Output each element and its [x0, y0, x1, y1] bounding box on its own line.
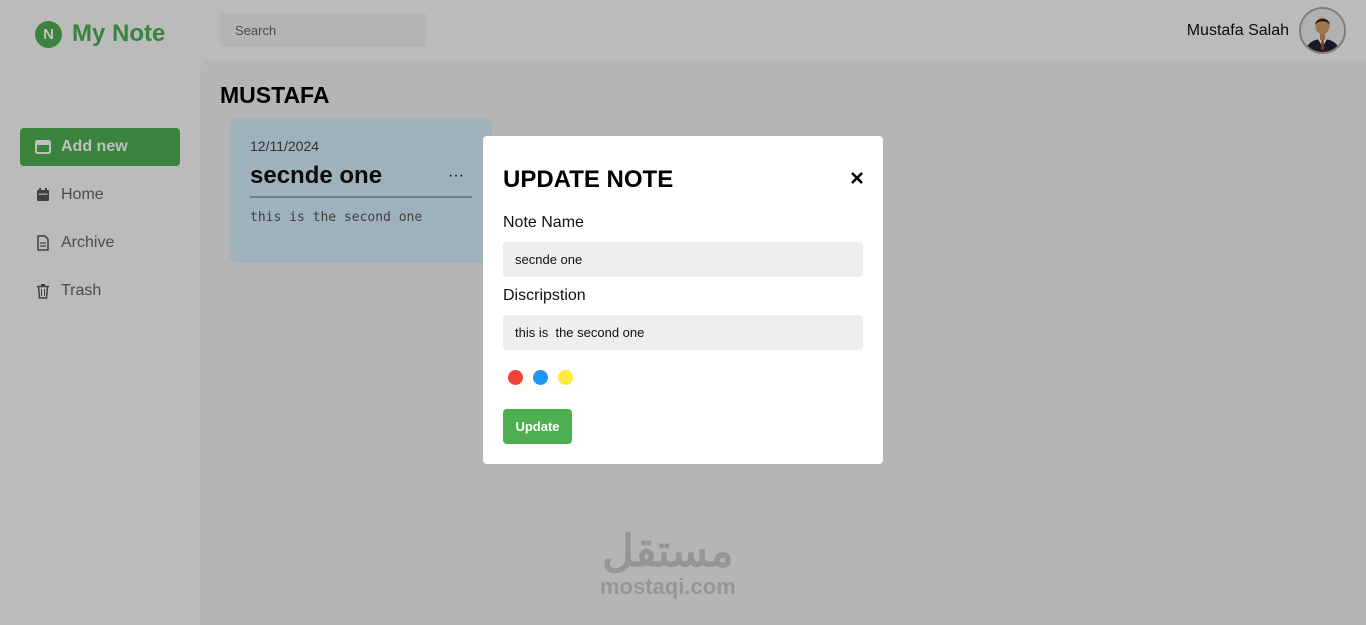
update-note-modal: UPDATE NOTE Note Name Discripstion Updat…: [483, 136, 883, 464]
note-name-input[interactable]: [503, 242, 863, 277]
modal-title: UPDATE NOTE: [503, 166, 674, 193]
description-input[interactable]: [503, 315, 863, 350]
update-button[interactable]: Update: [503, 409, 572, 444]
close-icon[interactable]: [849, 170, 865, 186]
color-option-blue[interactable]: [533, 370, 548, 385]
note-name-label: Note Name: [503, 214, 584, 231]
color-option-red[interactable]: [508, 370, 523, 385]
color-option-yellow[interactable]: [558, 370, 573, 385]
description-label: Discripstion: [503, 287, 586, 304]
color-picker: [508, 370, 583, 385]
